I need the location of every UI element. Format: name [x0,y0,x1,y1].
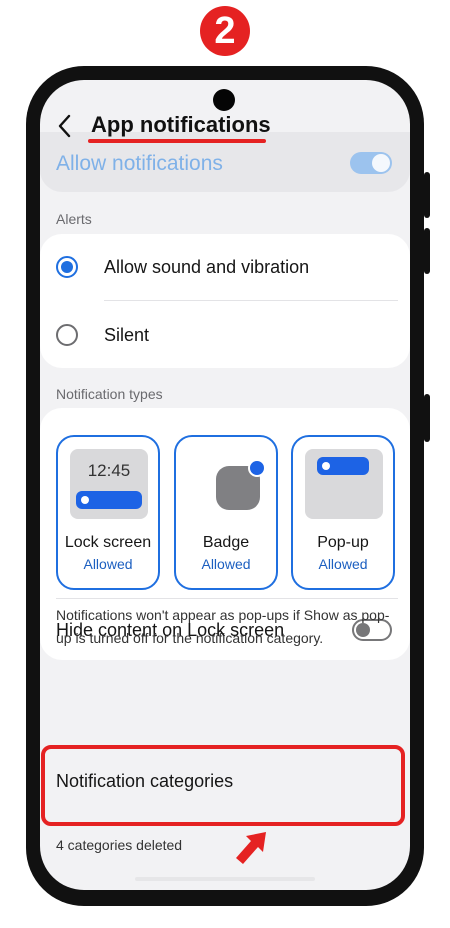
power-button [424,394,430,442]
badge-dot-icon [248,459,266,477]
popup-illustration [305,449,383,519]
lock-screen-tile[interactable]: 12:45 Lock screen Allowed [56,435,160,590]
page-title: App notifications [91,112,271,137]
popup-tile-status: Allowed [318,556,368,572]
lock-screen-tile-name: Lock screen [64,534,152,551]
divider [104,300,398,301]
lock-screen-illustration: 12:45 [70,449,148,519]
alerts-section-label: Alerts [56,211,92,227]
step-number-badge: 2 [200,6,250,56]
popup-tile-name: Pop-up [317,534,369,551]
allow-notifications-toggle[interactable] [350,152,392,174]
badge-illustration [188,449,266,519]
stage: 2 Allow notifications App notifications … [0,0,450,928]
badge-tile[interactable]: Badge Allowed [174,435,278,590]
sound-vibration-radio[interactable] [56,256,78,278]
popup-banner-icon [317,457,369,475]
popup-tile[interactable]: Pop-up Allowed [291,435,395,590]
divider [56,598,398,599]
title-underline [88,139,266,143]
notification-categories-highlight [41,745,405,826]
badge-tile-name: Badge [202,534,250,551]
lock-screen-clock: 12:45 [87,461,131,480]
home-indicator[interactable] [135,877,315,881]
sound-vibration-label[interactable]: Allow sound and vibration [104,257,309,278]
back-arrow-icon[interactable] [54,112,78,140]
notification-types-section-label: Notification types [56,386,163,402]
allow-notifications-label[interactable]: Allow notifications [56,152,223,176]
silent-label[interactable]: Silent [104,325,149,346]
notification-pill-icon [76,491,142,509]
silent-radio[interactable] [56,324,78,346]
volume-up-button [424,172,430,218]
toggle-knob [372,154,390,172]
lock-screen-tile-status: Allowed [83,556,133,572]
volume-down-button [424,228,430,274]
badge-tile-status: Allowed [201,556,251,572]
popup-info-text: Notifications won't appear as pop-ups if… [56,607,390,646]
alerts-card: Allow sound and vibration Silent [40,234,410,368]
red-arrow-icon [236,832,266,864]
front-camera [213,89,235,111]
deleted-categories-text[interactable]: 4 categories deleted [56,837,182,853]
